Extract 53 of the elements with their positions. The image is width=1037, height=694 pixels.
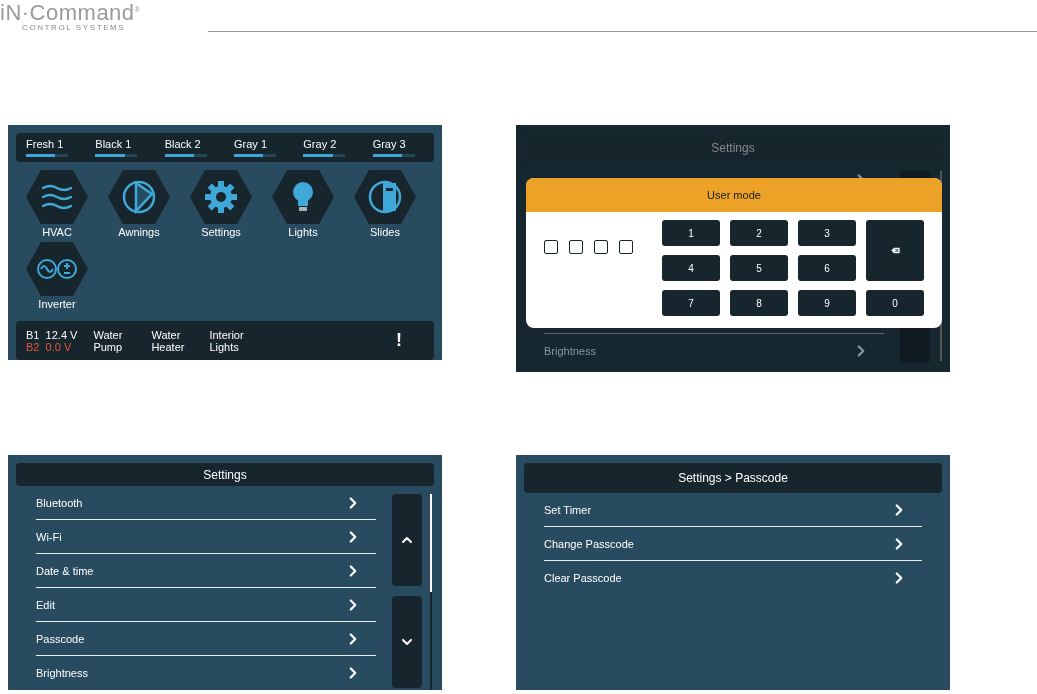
app-button[interactable]: Lights [262, 170, 344, 239]
scroll-down-button[interactable] [392, 596, 422, 688]
switch-button[interactable]: Water Heater [151, 328, 194, 353]
menu-row[interactable]: Brightness [36, 656, 376, 690]
keypad-key[interactable]: 7 [662, 290, 720, 316]
menu-row[interactable]: Date & time [36, 554, 376, 588]
scroll-up-button[interactable] [392, 494, 422, 586]
gear-icon [190, 170, 252, 225]
dialog-title: User mode [526, 178, 942, 212]
sine-wave-icon [26, 242, 88, 297]
keypad-key[interactable]: 6 [798, 255, 856, 281]
menu-row[interactable]: Clear Passcode [544, 561, 922, 595]
keypad-key[interactable]: 5 [730, 255, 788, 281]
alert-indicator[interactable]: ! [396, 330, 402, 352]
backspace-icon [889, 245, 901, 256]
tank-name: Gray 3 [372, 138, 407, 150]
app-button[interactable]: Awnings [98, 170, 180, 239]
keypad-key[interactable]: 2 [730, 220, 788, 246]
light-bulb-icon [272, 170, 334, 225]
switch-button[interactable]: Interior Lights [209, 328, 252, 353]
keypad-key[interactable]: 9 [798, 290, 856, 316]
logo-text: iN·Command$^{®}$ [0, 0, 142, 23]
keypad-key[interactable]: 8 [730, 290, 788, 316]
menu-row[interactable]: Set Timer [544, 493, 922, 527]
wavy-lines-icon [26, 170, 88, 225]
circle-triangle-icon [108, 170, 170, 225]
keypad-key[interactable]: 1 [662, 220, 720, 246]
logo-subtitle: CONTROL SYSTEMS [21, 23, 127, 33]
menu-row[interactable]: Brightness [544, 333, 884, 367]
keypad-key[interactable]: 0 [866, 290, 924, 316]
menu-row[interactable]: Passcode [36, 622, 376, 656]
app-button[interactable]: Settings [180, 170, 262, 239]
tank-name: Gray 1 [234, 138, 268, 150]
battery-reading: B2 0.0 V [26, 340, 73, 353]
battery-reading: B1 12.4 V [26, 328, 78, 341]
menu-row[interactable]: Change Passcode [544, 527, 922, 561]
menu-row[interactable]: Edit [36, 588, 376, 622]
tank-name: Fresh 1 [26, 138, 65, 150]
menu-row[interactable]: Bluetooth [36, 486, 376, 520]
screen-title: Settings [16, 463, 434, 486]
door-panel-icon [354, 170, 416, 225]
keypad-key[interactable]: 3 [798, 220, 856, 246]
tank-name: Black 2 [164, 138, 202, 150]
screen-title: Settings > Passcode [524, 463, 942, 493]
switch-button[interactable]: Water Pump [93, 328, 136, 353]
app-button[interactable]: Slides [344, 170, 426, 239]
keypad-key[interactable]: 4 [662, 255, 720, 281]
app-button[interactable]: HVAC [16, 170, 98, 239]
tank-name: Black 1 [95, 138, 133, 150]
app-button[interactable]: Inverter [16, 242, 98, 311]
menu-row[interactable]: Wi-Fi [36, 520, 376, 554]
backspace-key[interactable] [866, 220, 924, 281]
tank-name: Gray 2 [303, 138, 338, 150]
